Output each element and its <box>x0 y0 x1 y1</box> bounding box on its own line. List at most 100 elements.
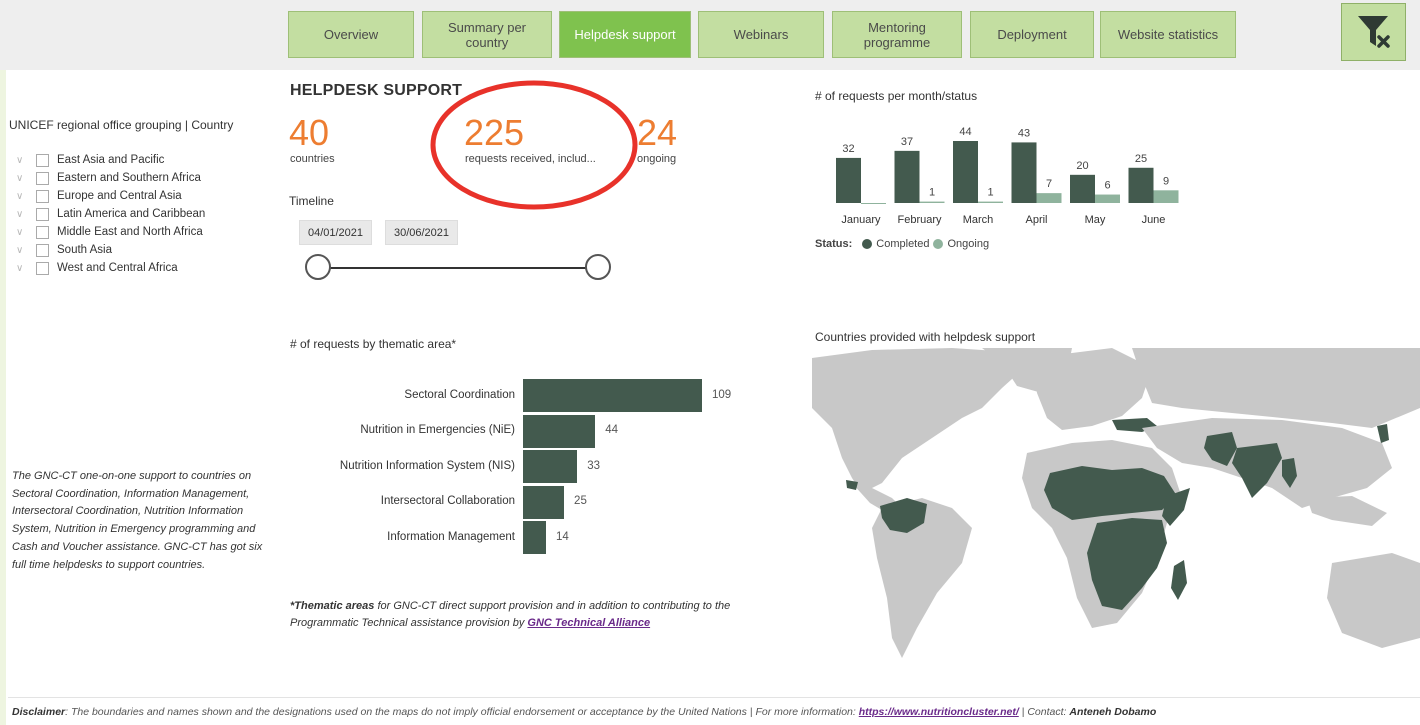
checkbox[interactable] <box>36 243 49 257</box>
checkbox[interactable] <box>36 171 49 185</box>
checkbox[interactable] <box>36 153 49 167</box>
month-value-label: 37 <box>901 136 913 148</box>
map-title: Countries provided with helpdesk support <box>815 330 1036 344</box>
thematic-category-label: Sectoral Coordination <box>404 388 515 401</box>
month-bar-ongoing[interactable] <box>1153 190 1179 203</box>
checkbox[interactable] <box>36 207 49 221</box>
month-bar-ongoing[interactable] <box>1036 193 1062 203</box>
thematic-category-label: Information Management <box>387 530 515 543</box>
month-category-label: April <box>1025 214 1047 226</box>
month-bar-completed[interactable] <box>894 150 920 203</box>
month-bar-completed[interactable] <box>1128 167 1154 203</box>
chevron-down-icon[interactable]: ∨ <box>16 209 30 220</box>
timeline-slider-track <box>318 267 598 269</box>
chevron-down-icon[interactable]: ∨ <box>16 191 30 202</box>
slicer-item[interactable]: ∨ West and Central Africa <box>16 259 178 277</box>
thematic-footnote-bold: *Thematic areas <box>290 600 375 612</box>
world-map[interactable] <box>812 348 1420 666</box>
month-bar-ongoing[interactable] <box>1095 194 1120 203</box>
slicer-item-label: West and Central Africa <box>57 262 178 274</box>
slicer-item-label: Europe and Central Asia <box>57 190 182 202</box>
month-value-label: 6 <box>1104 180 1110 192</box>
tab-summary-per-country[interactable]: Summary per country <box>422 11 552 58</box>
left-edge-strip <box>0 70 6 725</box>
slicer-item-label: Eastern and Southern Africa <box>57 172 201 184</box>
thematic-value-label: 44 <box>605 424 619 436</box>
month-category-label: May <box>1085 214 1106 226</box>
tab-website-statistics[interactable]: Website statistics <box>1100 11 1236 58</box>
month-bar-ongoing[interactable] <box>978 201 1003 203</box>
monthly-chart-title: # of requests per month/status <box>815 89 978 103</box>
funnel-clear-icon <box>1357 16 1390 48</box>
month-bar-completed[interactable] <box>836 157 861 203</box>
month-value-label: 9 <box>1163 175 1169 187</box>
month-category-label: February <box>897 214 942 226</box>
chevron-down-icon[interactable]: ∨ <box>16 155 30 166</box>
month-category-label: January <box>841 214 881 226</box>
timeline-label: Timeline <box>289 194 334 208</box>
month-bar-ongoing[interactable] <box>919 201 945 203</box>
slicer-item[interactable]: ∨ Eastern and Southern Africa <box>16 169 201 187</box>
slicer-item-label: Middle East and North Africa <box>57 226 203 238</box>
slicer-item[interactable]: ∨ East Asia and Pacific <box>16 151 164 169</box>
thematic-value-label: 33 <box>587 459 600 472</box>
timeline-start-handle[interactable] <box>305 254 331 280</box>
thematic-bar[interactable] <box>523 379 702 412</box>
checkbox[interactable] <box>36 189 49 203</box>
month-value-label: 32 <box>842 143 854 155</box>
kpi-countries-value: 40 <box>289 112 330 153</box>
thematic-bar[interactable] <box>523 414 596 448</box>
kpi-ongoing-value: 24 <box>637 112 678 153</box>
chevron-down-icon[interactable]: ∨ <box>16 245 30 256</box>
chevron-down-icon[interactable]: ∨ <box>16 227 30 238</box>
thematic-value-label: 25 <box>574 495 587 507</box>
checkbox[interactable] <box>36 225 49 239</box>
slicer-item[interactable]: ∨ Middle East and North Africa <box>16 223 203 241</box>
monthly-bar-chart: 32 January 37 1 February 44 1 March 43 7 April 20 6 M… <box>836 126 1179 226</box>
kpi-countries-label: countries <box>290 153 335 165</box>
gnc-technical-alliance-link[interactable]: GNC Technical Alliance <box>527 617 650 629</box>
clear-filters-button[interactable] <box>1341 3 1406 61</box>
status-legend: Status: Completed Ongoing <box>815 238 989 250</box>
thematic-category-label: Intersectoral Collaboration <box>380 495 515 507</box>
tab-webinars[interactable]: Webinars <box>698 11 824 58</box>
kpi-ongoing-label: ongoing <box>637 153 677 165</box>
thematic-value-label: 109 <box>712 388 732 401</box>
timeline-end-handle[interactable] <box>585 254 611 280</box>
month-value-label: 7 <box>1046 178 1052 190</box>
chevron-down-icon[interactable]: ∨ <box>16 173 30 184</box>
checkbox[interactable] <box>36 261 49 275</box>
thematic-bar[interactable] <box>523 485 565 519</box>
tab-mentoring-programme[interactable]: Mentoring programme <box>832 11 962 58</box>
month-category-label: June <box>1142 214 1166 226</box>
tab-deployment[interactable]: Deployment <box>970 11 1094 58</box>
month-value-label: 1 <box>929 187 935 199</box>
thematic-footnote: *Thematic areas for GNC-CT direct suppor… <box>290 598 790 632</box>
thematic-chart-title: # of requests by thematic area* <box>290 337 457 351</box>
legend-ongoing-label: Ongoing <box>947 238 990 250</box>
thematic-bar[interactable] <box>523 450 578 483</box>
month-bar-completed[interactable] <box>1011 142 1037 203</box>
slicer-item[interactable]: ∨ Europe and Central Asia <box>16 187 182 205</box>
slicer-item-label: East Asia and Pacific <box>57 154 165 166</box>
month-category-label: March <box>963 214 994 226</box>
slicer-item[interactable]: ∨ Latin America and Caribbean <box>16 205 205 223</box>
slicer-item-label: Latin America and Caribbean <box>57 208 206 220</box>
nutrition-cluster-link[interactable]: https://www.nutritioncluster.net/ <box>859 706 1019 718</box>
chevron-down-icon[interactable]: ∨ <box>16 263 30 274</box>
thematic-category-label: Nutrition Information System (NIS) <box>339 459 515 472</box>
month-value-label: 43 <box>1018 127 1030 139</box>
month-bar-completed[interactable] <box>953 141 978 203</box>
date-start-input[interactable]: 04/01/2021 <box>299 220 372 245</box>
slicer-title: UNICEF regional office grouping | Countr… <box>9 118 234 132</box>
month-value-label: 44 <box>959 126 971 138</box>
tab-helpdesk-support[interactable]: Helpdesk support <box>559 11 691 58</box>
legend-status-label: Status: <box>815 238 853 250</box>
thematic-value-label: 14 <box>555 530 569 543</box>
date-end-input[interactable]: 30/06/2021 <box>385 220 458 245</box>
month-bar-ongoing[interactable] <box>861 203 886 204</box>
month-bar-completed[interactable] <box>1070 174 1095 203</box>
slicer-item[interactable]: ∨ South Asia <box>16 241 112 259</box>
thematic-bar[interactable] <box>523 521 546 554</box>
tab-overview[interactable]: Overview <box>288 11 414 58</box>
